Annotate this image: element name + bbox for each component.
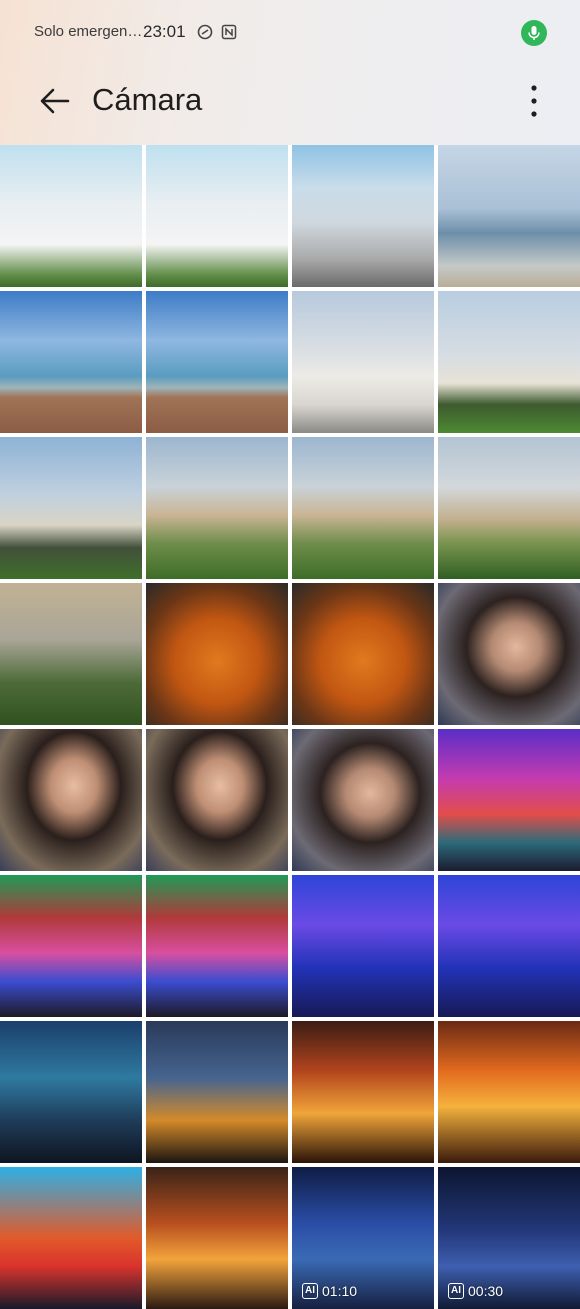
photo-thumbnail[interactable] — [438, 437, 580, 579]
photo-thumbnail[interactable] — [146, 291, 288, 433]
photo-thumbnail[interactable] — [0, 1167, 142, 1309]
photo-thumbnail[interactable] — [438, 583, 580, 725]
video-duration: 01:10 — [322, 1283, 358, 1299]
arrow-left-icon[interactable] — [34, 80, 76, 122]
photo-thumbnail[interactable] — [0, 875, 142, 1017]
photo-thumbnail[interactable] — [438, 875, 580, 1017]
photo-thumbnail[interactable] — [0, 729, 142, 871]
photo-grid: AI 01:10 AI 00:30 — [0, 145, 580, 1309]
photo-thumbnail[interactable] — [146, 875, 288, 1017]
photo-thumbnail[interactable] — [146, 145, 288, 287]
ai-badge-icon: AI — [448, 1283, 464, 1299]
status-bar: Solo emergen… 23:01 — [0, 0, 580, 66]
photo-thumbnail[interactable] — [146, 583, 288, 725]
video-duration: 00:30 — [468, 1283, 504, 1299]
nfc-icon — [221, 24, 237, 40]
photo-thumbnail[interactable] — [0, 437, 142, 579]
photo-thumbnail[interactable] — [146, 729, 288, 871]
ai-badge-icon: AI — [302, 1283, 318, 1299]
photo-thumbnail[interactable] — [292, 875, 434, 1017]
more-vert-icon[interactable] — [518, 80, 550, 122]
do-not-disturb-icon — [197, 24, 213, 40]
clock: 23:01 — [143, 22, 186, 41]
photo-thumbnail[interactable] — [438, 729, 580, 871]
video-duration-badge: AI 01:10 — [302, 1283, 357, 1299]
video-duration-badge: AI 00:30 — [448, 1283, 503, 1299]
photo-thumbnail[interactable] — [0, 145, 142, 287]
photo-thumbnail[interactable] — [292, 291, 434, 433]
photo-thumbnail[interactable] — [438, 291, 580, 433]
photo-thumbnail[interactable] — [292, 437, 434, 579]
photo-thumbnail[interactable] — [0, 1021, 142, 1163]
photo-thumbnail[interactable] — [0, 583, 142, 725]
video-thumbnail[interactable]: AI 01:10 — [292, 1167, 434, 1309]
photo-thumbnail[interactable] — [292, 1021, 434, 1163]
photo-thumbnail[interactable] — [292, 145, 434, 287]
photo-thumbnail[interactable] — [292, 583, 434, 725]
video-thumbnail[interactable]: AI 00:30 — [438, 1167, 580, 1309]
photo-thumbnail[interactable] — [146, 437, 288, 579]
carrier-label: Solo emergen… — [34, 23, 143, 40]
page-title: Cámara — [92, 82, 203, 117]
top-bar: Solo emergen… 23:01 Cámara — [0, 0, 580, 145]
photo-thumbnail[interactable] — [0, 291, 142, 433]
photo-thumbnail[interactable] — [438, 145, 580, 287]
photo-thumbnail[interactable] — [146, 1167, 288, 1309]
photo-thumbnail[interactable] — [146, 1021, 288, 1163]
photo-thumbnail[interactable] — [292, 729, 434, 871]
photo-thumbnail[interactable] — [438, 1021, 580, 1163]
microphone-icon[interactable] — [521, 20, 547, 46]
